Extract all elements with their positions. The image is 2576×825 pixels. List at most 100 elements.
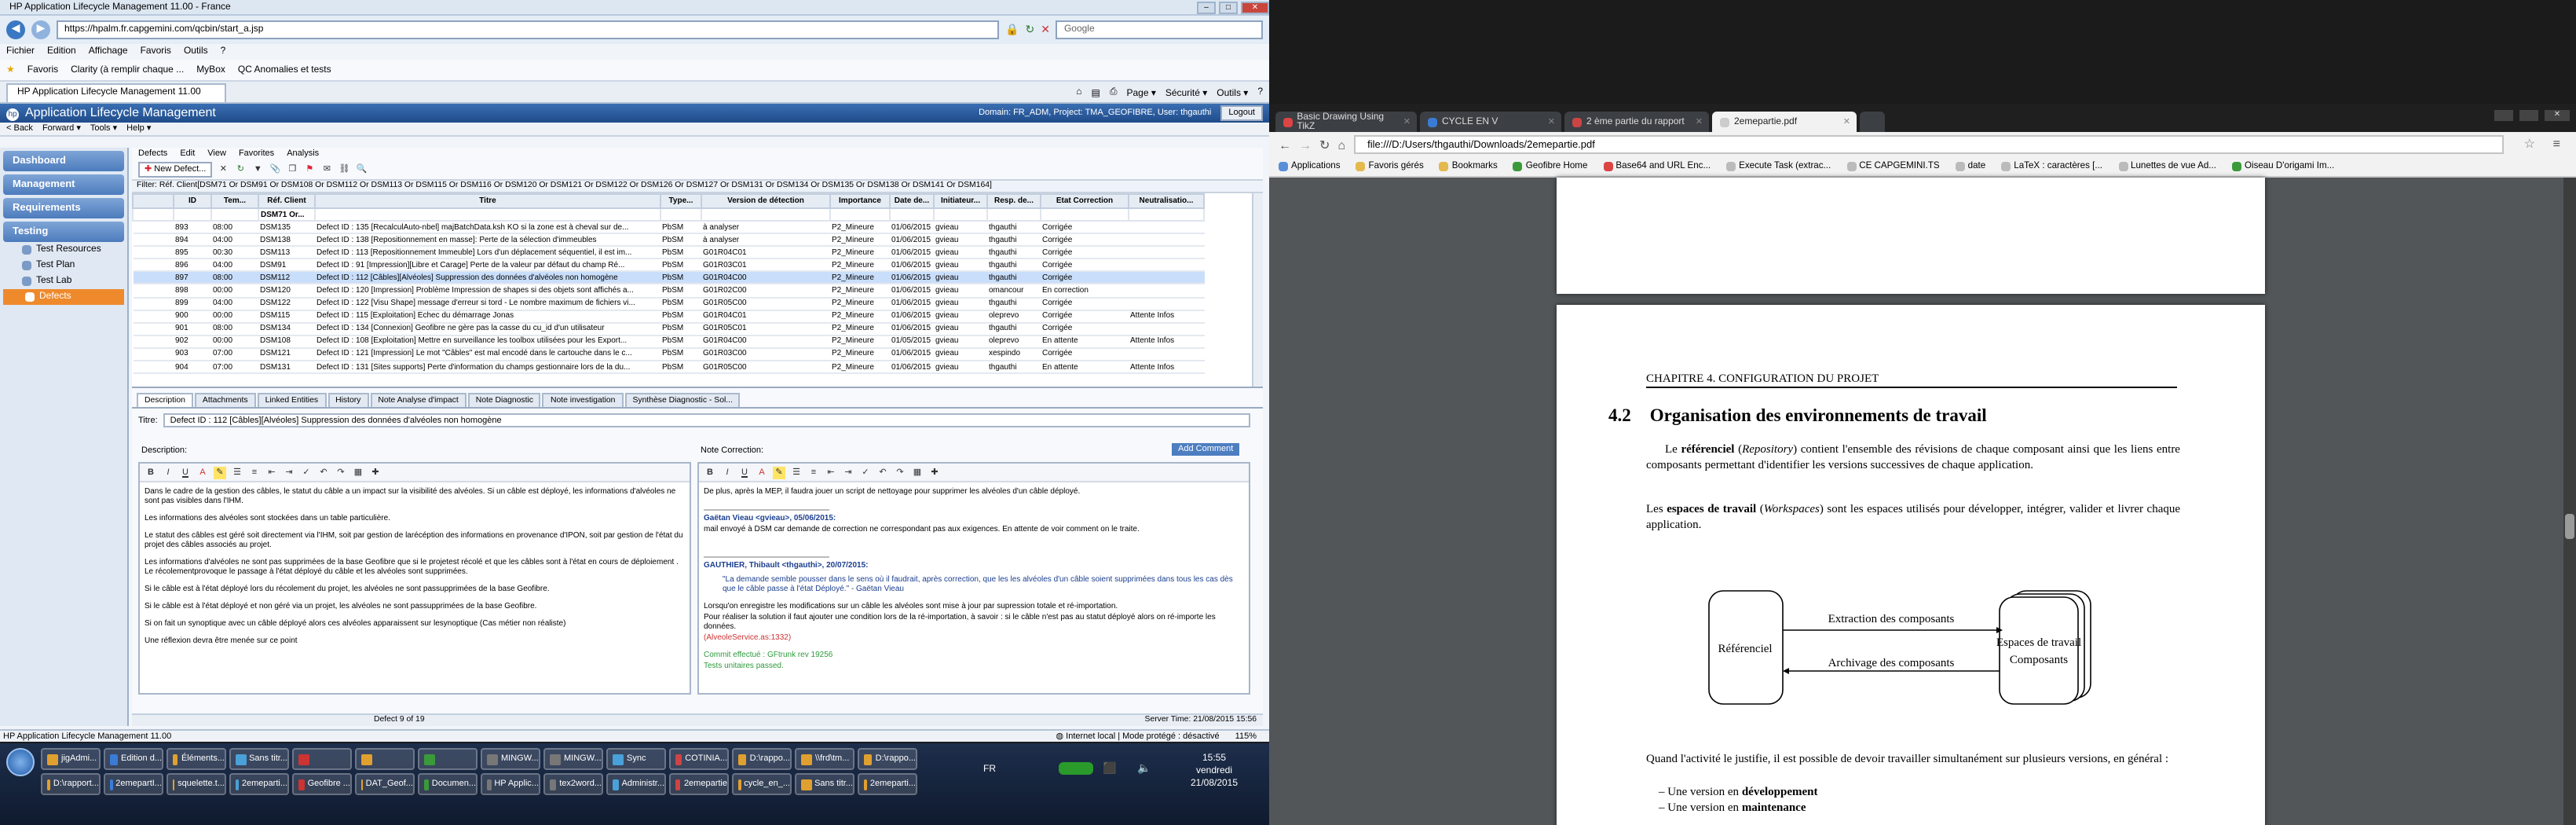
- col-date[interactable]: Date de...: [889, 193, 935, 209]
- sidebar-dashboard[interactable]: Dashboard: [3, 151, 124, 171]
- cell-initiateur[interactable]: gvieau: [934, 322, 987, 336]
- fav-item-clarity[interactable]: Clarity (à remplir chaque ...: [71, 65, 184, 75]
- row-flags-cell[interactable]: [133, 221, 174, 235]
- clock[interactable]: 15:55 vendredi 21/08/2015: [1175, 753, 1253, 790]
- taskbar-button[interactable]: DAT_Geof...: [355, 773, 415, 795]
- cell-etat[interactable]: Corrigée: [1041, 221, 1129, 235]
- cell-ref-client[interactable]: DSM135: [258, 221, 315, 235]
- chrome-tab-tikz[interactable]: Basic Drawing Using TikZ ✕: [1275, 112, 1417, 132]
- cell-version[interactable]: G01R04C01: [701, 246, 830, 260]
- cell-etat[interactable]: Corrigée: [1041, 347, 1129, 362]
- row-flags-cell[interactable]: [133, 347, 174, 362]
- cell-etat[interactable]: Corrigée: [1041, 246, 1129, 260]
- cell-type[interactable]: PbSM: [660, 297, 701, 311]
- indent-icon[interactable]: ⇥: [283, 466, 295, 478]
- cell-etat[interactable]: Corrigée: [1041, 271, 1129, 285]
- row-flags-cell[interactable]: [133, 246, 174, 260]
- alm-help-menu[interactable]: Help ▾: [126, 124, 151, 134]
- cell-id[interactable]: 896: [174, 258, 211, 273]
- row-flags-cell[interactable]: [133, 271, 174, 285]
- cell-initiateur[interactable]: gvieau: [934, 246, 987, 260]
- cell-date[interactable]: 01/06/2015: [890, 361, 934, 375]
- pdf-scrollbar[interactable]: [2563, 178, 2576, 825]
- cell-neutralisation[interactable]: [1129, 297, 1204, 311]
- taskbar-button[interactable]: squelette.t...: [166, 773, 226, 795]
- cell-importance[interactable]: P2_Mineure: [830, 271, 890, 285]
- tab-note-investigation[interactable]: Note investigation: [542, 393, 624, 407]
- cell-resp[interactable]: thgauthi: [987, 221, 1041, 235]
- pdf-scrollbar-thumb[interactable]: [2565, 514, 2574, 539]
- cell-id[interactable]: 903: [174, 347, 211, 362]
- cell-id[interactable]: 898: [174, 284, 211, 299]
- underline-icon[interactable]: U: [179, 466, 192, 478]
- module-menu-defects[interactable]: Defects: [138, 149, 167, 159]
- tab-history[interactable]: History: [327, 393, 369, 407]
- cell-resp[interactable]: xespindo: [987, 347, 1041, 362]
- sidebar-management[interactable]: Management: [3, 174, 124, 195]
- cell-initiateur[interactable]: gvieau: [934, 271, 987, 285]
- cell-temps[interactable]: 08:00: [211, 221, 258, 235]
- filter-bar[interactable]: Filter: Réf. Client[DSM71 Or DSM91 Or DS…: [132, 181, 1263, 193]
- cell-importance[interactable]: P2_Mineure: [830, 322, 890, 336]
- taskbar-button[interactable]: MINGW...: [543, 748, 603, 770]
- table-row[interactable]: 902 00:00 DSM108 Defect ID : 108 [Exploitat…: [133, 335, 1204, 349]
- cell-date[interactable]: 01/06/2015: [890, 284, 934, 299]
- cell-id[interactable]: 902: [174, 335, 211, 349]
- row-flags-cell[interactable]: [133, 233, 174, 248]
- cell-date[interactable]: 01/06/2015: [890, 271, 934, 285]
- table-row[interactable]: 903 07:00 DSM121 Defect ID : 121 [Impressio…: [133, 347, 1204, 362]
- module-menu-edit[interactable]: Edit: [180, 149, 195, 159]
- cell-resp[interactable]: thgauthi: [987, 258, 1041, 273]
- cell-titre[interactable]: Defect ID : 115 [Exploitation] Echec du …: [315, 310, 660, 324]
- cell-etat[interactable]: En correction: [1041, 284, 1129, 299]
- cell-neutralisation[interactable]: [1129, 271, 1204, 285]
- cell-titre[interactable]: Defect ID : 113 [Repositionnement Immeub…: [315, 246, 660, 260]
- cell-type[interactable]: PbSM: [660, 246, 701, 260]
- back-icon[interactable]: ◀: [6, 20, 25, 39]
- cell-ref-client[interactable]: DSM138: [258, 233, 315, 248]
- cell-ref-client[interactable]: DSM112: [258, 271, 315, 285]
- filter-cell[interactable]: [660, 207, 702, 222]
- bookmark-origami[interactable]: Oiseau D'origami Im...: [2231, 162, 2334, 171]
- cell-titre[interactable]: Defect ID : 138 [Repositionnement en mas…: [315, 233, 660, 248]
- home-icon[interactable]: ⌂: [1337, 138, 1345, 152]
- refresh-icon[interactable]: ↻: [234, 163, 247, 176]
- cell-version[interactable]: G01R02C00: [701, 284, 830, 299]
- cell-temps[interactable]: 04:00: [211, 233, 258, 248]
- module-menu-favorites[interactable]: Favorites: [239, 149, 274, 159]
- spellcheck-icon[interactable]: ✓: [859, 466, 872, 478]
- tab-note-analyse[interactable]: Note Analyse d'impact: [370, 393, 467, 407]
- cell-resp[interactable]: omancour: [987, 284, 1041, 299]
- cell-neutralisation[interactable]: [1129, 347, 1204, 362]
- menu-edition[interactable]: Edition: [47, 47, 76, 57]
- cell-neutralisation[interactable]: [1129, 284, 1204, 299]
- cell-ref-client[interactable]: DSM120: [258, 284, 315, 299]
- module-menu-view[interactable]: View: [207, 149, 226, 159]
- copy-icon[interactable]: ❐: [286, 163, 298, 176]
- cell-temps[interactable]: 08:00: [211, 322, 258, 336]
- cmd-securite[interactable]: Sécurité ▾: [1165, 87, 1207, 98]
- sidebar-item-test-plan[interactable]: Test Plan: [0, 258, 127, 273]
- cell-date[interactable]: 01/06/2015: [890, 258, 934, 273]
- row-flags-cell[interactable]: [133, 297, 174, 311]
- table-icon[interactable]: ▦: [911, 466, 924, 478]
- cell-initiateur[interactable]: gvieau: [934, 297, 987, 311]
- filter-icon[interactable]: ▼: [251, 163, 264, 176]
- cell-date[interactable]: 01/06/2015: [890, 310, 934, 324]
- cell-titre[interactable]: Defect ID : 121 [Impression] Le mot "Câb…: [315, 347, 660, 362]
- menu-affichage[interactable]: Affichage: [89, 47, 128, 57]
- spellcheck-icon[interactable]: ✓: [300, 466, 313, 478]
- tab-description[interactable]: Description: [137, 393, 193, 407]
- tab-close-icon[interactable]: ✕: [1843, 117, 1850, 126]
- chrome-tab-pdf[interactable]: 2emepartie.pdf ✕: [1712, 112, 1857, 132]
- cmd-outils[interactable]: Outils ▾: [1217, 87, 1248, 98]
- cell-temps[interactable]: 07:00: [211, 347, 258, 362]
- taskbar-button[interactable]: Sans titr...: [229, 748, 289, 770]
- cell-importance[interactable]: P2_Mineure: [830, 221, 890, 235]
- cell-resp[interactable]: thgauthi: [987, 322, 1041, 336]
- cell-version[interactable]: G01R05C00: [701, 361, 830, 375]
- undo-icon[interactable]: ↶: [876, 466, 889, 478]
- row-flags-cell[interactable]: [133, 258, 174, 273]
- cell-id[interactable]: 904: [174, 361, 211, 375]
- feeds-icon[interactable]: ▤: [1092, 87, 1100, 98]
